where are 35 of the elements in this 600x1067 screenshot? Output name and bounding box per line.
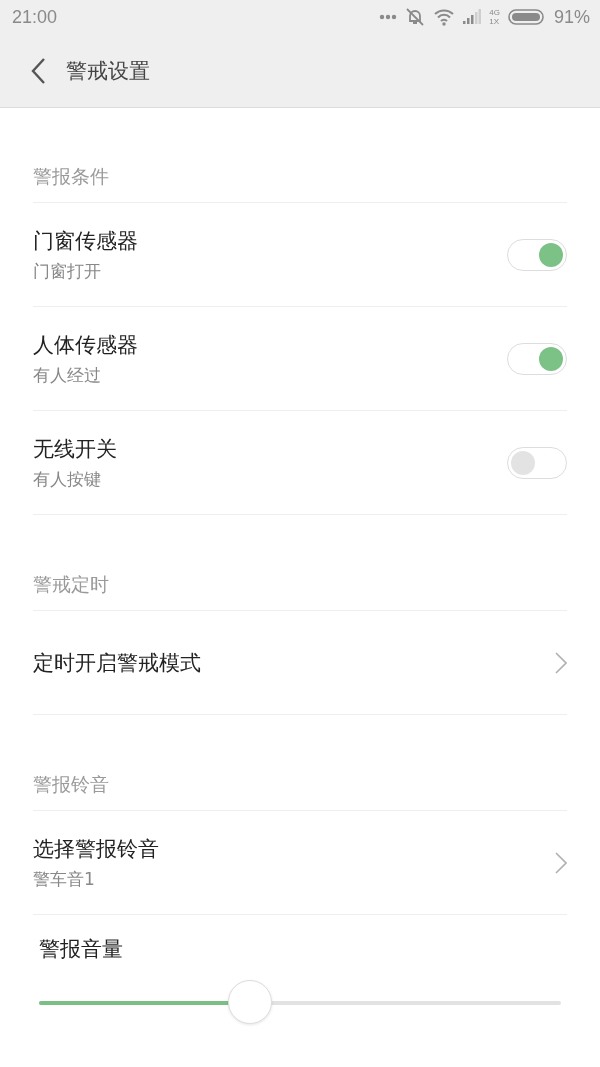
- settings-row[interactable]: 无线开关 有人按键: [33, 411, 567, 515]
- section-header: 警报铃音: [33, 715, 567, 811]
- row-subtitle: 警车音1: [33, 867, 96, 891]
- chevron-right-icon: [555, 651, 567, 674]
- section-header: 警报条件: [33, 108, 567, 203]
- battery-icon: [507, 9, 546, 25]
- toggle-switch[interactable]: [507, 342, 567, 375]
- network-type-label: 4G: [489, 8, 500, 17]
- settings-row[interactable]: 门窗传感器 门窗打开: [33, 203, 567, 307]
- row-title: 人体传感器: [33, 331, 138, 359]
- volume-label: 警报音量: [39, 936, 124, 963]
- row-subtitle: 有人经过: [33, 363, 102, 387]
- muted-bell-icon: [405, 7, 426, 27]
- network-type-label: 1X: [489, 17, 500, 26]
- battery-percent: 91%: [553, 6, 590, 28]
- page-title: 警戒设置: [66, 57, 150, 85]
- row-title: 门窗传感器: [33, 227, 138, 255]
- clock-time: 21:00: [12, 6, 58, 28]
- row-title: 选择警报铃音: [33, 835, 159, 863]
- wifi-icon: [433, 8, 456, 26]
- row-subtitle: 门窗打开: [33, 259, 102, 283]
- slider-thumb[interactable]: [228, 980, 273, 1024]
- row-title: 无线开关: [33, 435, 117, 463]
- row-title: 定时开启警戒模式: [33, 649, 201, 677]
- settings-row[interactable]: 定时开启警戒模式: [33, 611, 567, 715]
- row-subtitle: 有人按键: [33, 467, 102, 491]
- chevron-right-icon: [555, 851, 567, 874]
- toggle-switch[interactable]: [507, 238, 567, 271]
- section-header: 警戒定时: [33, 515, 567, 611]
- more-dots-icon: [379, 14, 398, 20]
- back-icon[interactable]: [30, 56, 46, 85]
- settings-row[interactable]: 人体传感器 有人经过: [33, 307, 567, 411]
- settings-row[interactable]: 选择警报铃音 警车音1: [33, 811, 567, 915]
- signal-icon: [463, 9, 482, 25]
- toggle-switch[interactable]: [507, 446, 567, 479]
